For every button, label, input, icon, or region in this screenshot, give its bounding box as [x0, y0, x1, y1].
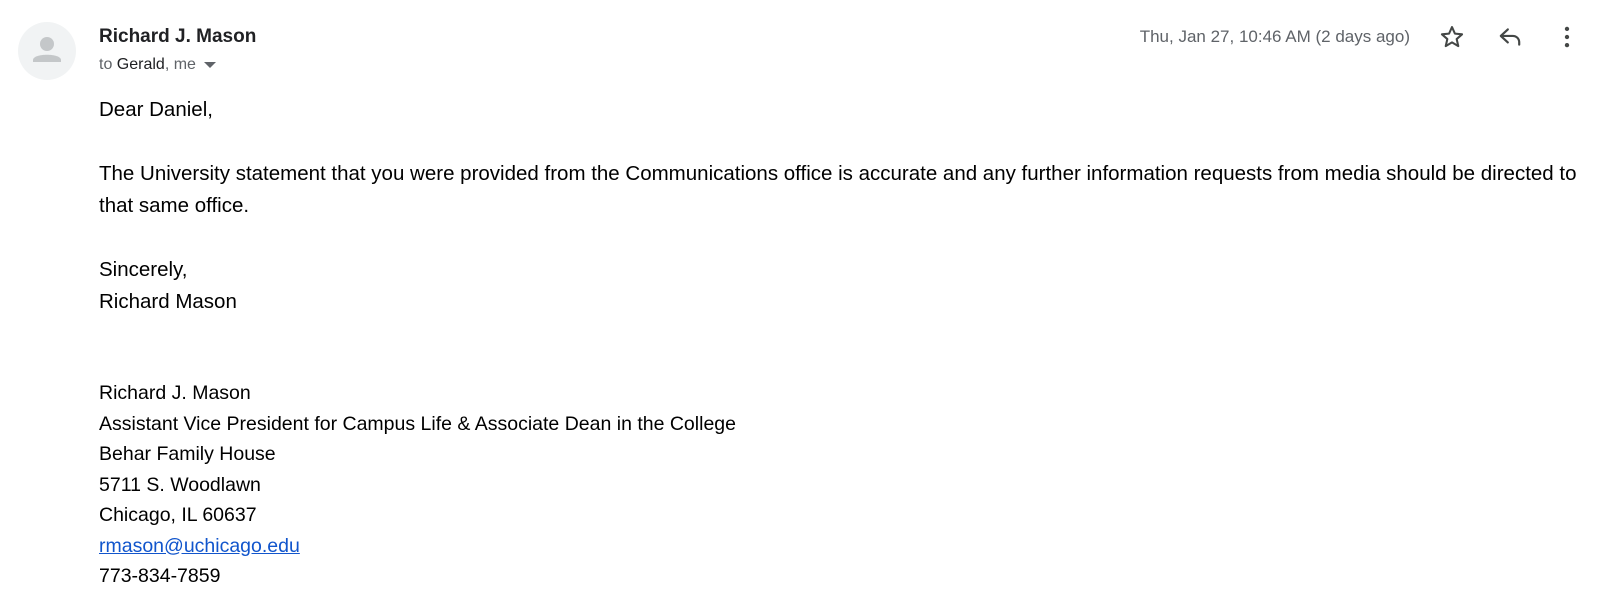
more-vert-icon — [1564, 26, 1570, 48]
message-body: Dear Daniel, The University statement th… — [99, 94, 1579, 318]
signature-city: Chicago, IL 60637 — [99, 504, 257, 526]
recipient-name[interactable]: Gerald — [117, 56, 165, 74]
closing: Sincerely, — [99, 258, 188, 281]
message-timestamp: Thu, Jan 27, 10:46 AM (2 days ago) — [1139, 27, 1410, 46]
closing-name: Richard Mason — [99, 290, 237, 313]
email-message: Richard J. Mason to Gerald, me Thu, Jan … — [0, 0, 1600, 600]
chevron-down-icon[interactable] — [203, 62, 216, 68]
to-prefix: to — [99, 56, 113, 73]
recipient-rest: , me — [164, 56, 196, 73]
reply-arrow-icon — [1499, 28, 1521, 46]
reply-button[interactable] — [1495, 22, 1525, 52]
signature-street: 5711 S. Woodlawn — [99, 473, 261, 496]
signature-title: Assistant Vice President for Campus Life… — [99, 412, 736, 435]
recipients-line: to Gerald, me — [99, 56, 216, 74]
signature-email-link[interactable]: rmason@uchicago.edu — [99, 535, 300, 557]
body-paragraph: The University statement that you were p… — [99, 162, 1577, 217]
signature-building: Behar Family House — [99, 443, 276, 465]
sender-avatar[interactable] — [18, 22, 76, 80]
greeting: Dear Daniel, — [99, 98, 213, 121]
email-signature: Richard J. Mason Assistant Vice Presiden… — [99, 378, 736, 592]
star-outline-icon — [1440, 26, 1464, 48]
signature-name: Richard J. Mason — [99, 382, 251, 404]
signature-phone: 773-834-7859 — [99, 565, 221, 587]
sender-name[interactable]: Richard J. Mason — [99, 26, 256, 48]
person-avatar-icon — [33, 37, 61, 62]
more-options-button[interactable] — [1552, 22, 1582, 52]
star-button[interactable] — [1437, 22, 1467, 52]
